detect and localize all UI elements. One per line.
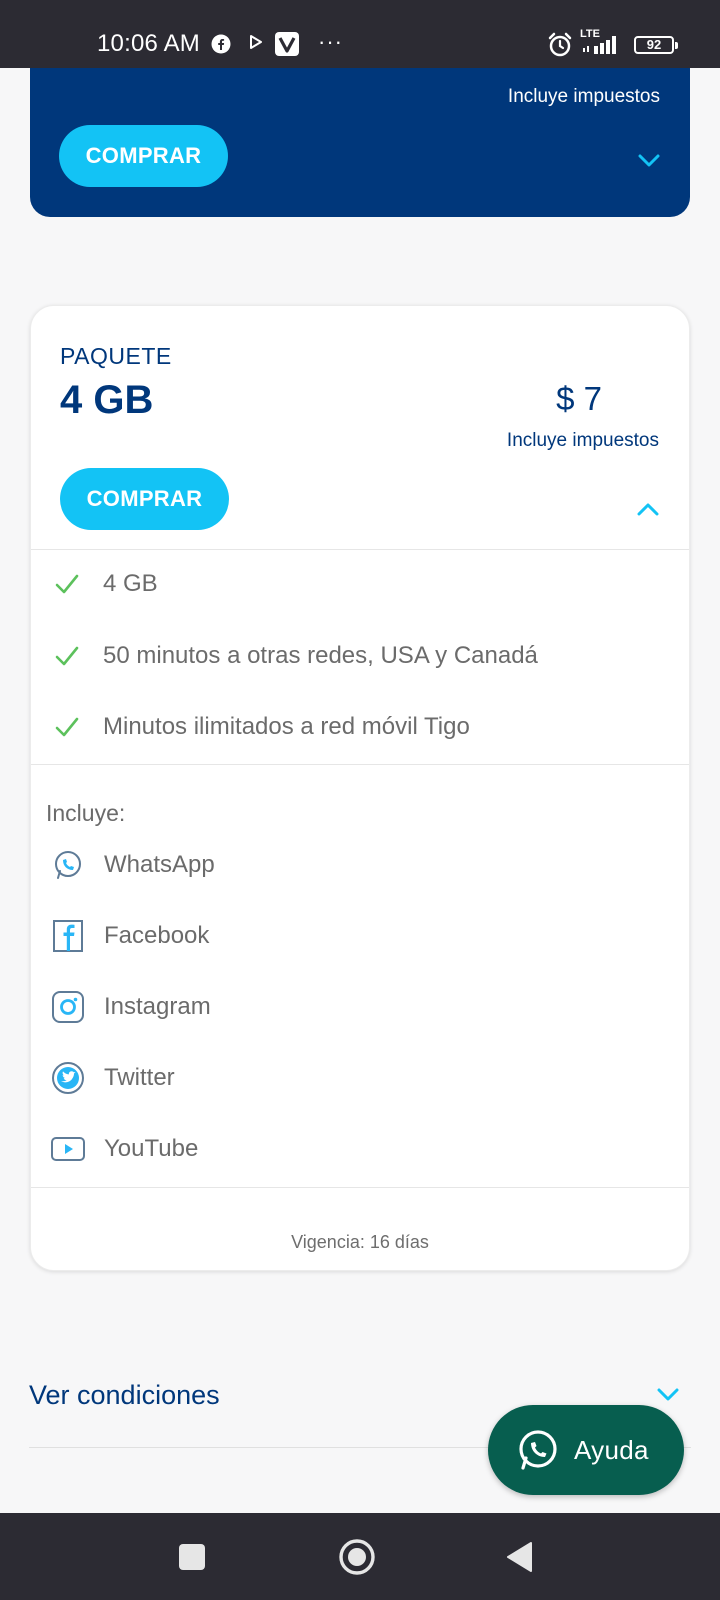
buy-button[interactable]: COMPRAR (59, 125, 228, 187)
app-name: Twitter (104, 1064, 175, 1091)
app-name: Facebook (104, 922, 210, 949)
feature-item: Minutos ilimitados a red móvil Tigo (53, 707, 470, 747)
instagram-icon (52, 991, 84, 1023)
help-label: Ayuda (574, 1434, 649, 1465)
divider (31, 549, 689, 550)
chevron-down-icon[interactable] (657, 1388, 679, 1402)
divider (31, 1187, 689, 1188)
recent-apps-button[interactable] (178, 1513, 206, 1600)
check-icon (55, 646, 79, 666)
feature-text: Minutos ilimitados a red móvil Tigo (103, 713, 470, 740)
feature-text: 4 GB (103, 570, 158, 597)
square-icon (179, 1543, 205, 1570)
conditions-link[interactable]: Ver condiciones (29, 1380, 220, 1411)
signal-icon (583, 36, 616, 54)
tax-note: Incluye impuestos (507, 86, 660, 107)
youtube-icon (51, 1137, 85, 1161)
circle-icon (339, 1538, 375, 1575)
home-button[interactable] (338, 1513, 376, 1600)
package-size: 4 GB (60, 378, 154, 422)
facebook-icon (53, 920, 83, 952)
back-triangle-icon (507, 1541, 532, 1572)
validity-text: Vigencia: 16 días (291, 1232, 429, 1252)
alarm-icon (548, 32, 572, 57)
battery-icon: 92 (634, 36, 678, 54)
status-bar: 10:06 AM ··· LTE 92 (0, 0, 720, 68)
check-icon (55, 717, 79, 737)
twitter-icon (52, 1062, 84, 1094)
feature-item: 4 GB (53, 564, 158, 604)
divider (31, 764, 689, 765)
play-icon (250, 35, 262, 49)
facebook-icon (211, 34, 231, 54)
app-name: YouTube (104, 1135, 199, 1162)
app-item-youtube: YouTube (50, 1129, 198, 1169)
status-time: 10:06 AM (97, 30, 201, 57)
app-name: WhatsApp (104, 851, 215, 878)
whatsapp-icon (519, 1430, 557, 1470)
whatsapp-icon (55, 851, 81, 879)
app-item-twitter: Twitter (50, 1058, 175, 1098)
app-item-whatsapp: WhatsApp (50, 845, 215, 885)
feature-text: 50 minutos a otras redes, USA y Canadá (103, 642, 538, 669)
tax-note: Incluye impuestos (506, 430, 659, 451)
back-button[interactable] (506, 1513, 534, 1600)
more-notifications-icon: ··· (318, 29, 343, 54)
navigation-bar (0, 1513, 720, 1600)
v-app-icon (275, 32, 299, 56)
app-item-instagram: Instagram (50, 987, 211, 1027)
package-card: PAQUETE 4 GB $ 7 Incluye impuestos COMPR… (30, 305, 690, 1271)
app-item-facebook: Facebook (50, 916, 209, 956)
app-name: Instagram (104, 993, 211, 1020)
package-price: $ 7 (556, 380, 602, 417)
chevron-down-icon[interactable] (638, 154, 660, 168)
feature-item: 50 minutos a otras redes, USA y Canadá (53, 636, 538, 676)
chevron-up-icon[interactable] (637, 502, 659, 516)
whatsapp-help-button[interactable]: Ayuda (488, 1405, 684, 1495)
check-icon (55, 574, 79, 594)
buy-button[interactable]: COMPRAR (60, 468, 229, 530)
includes-title: Incluye: (46, 800, 126, 826)
package-label: PAQUETE (60, 343, 172, 369)
